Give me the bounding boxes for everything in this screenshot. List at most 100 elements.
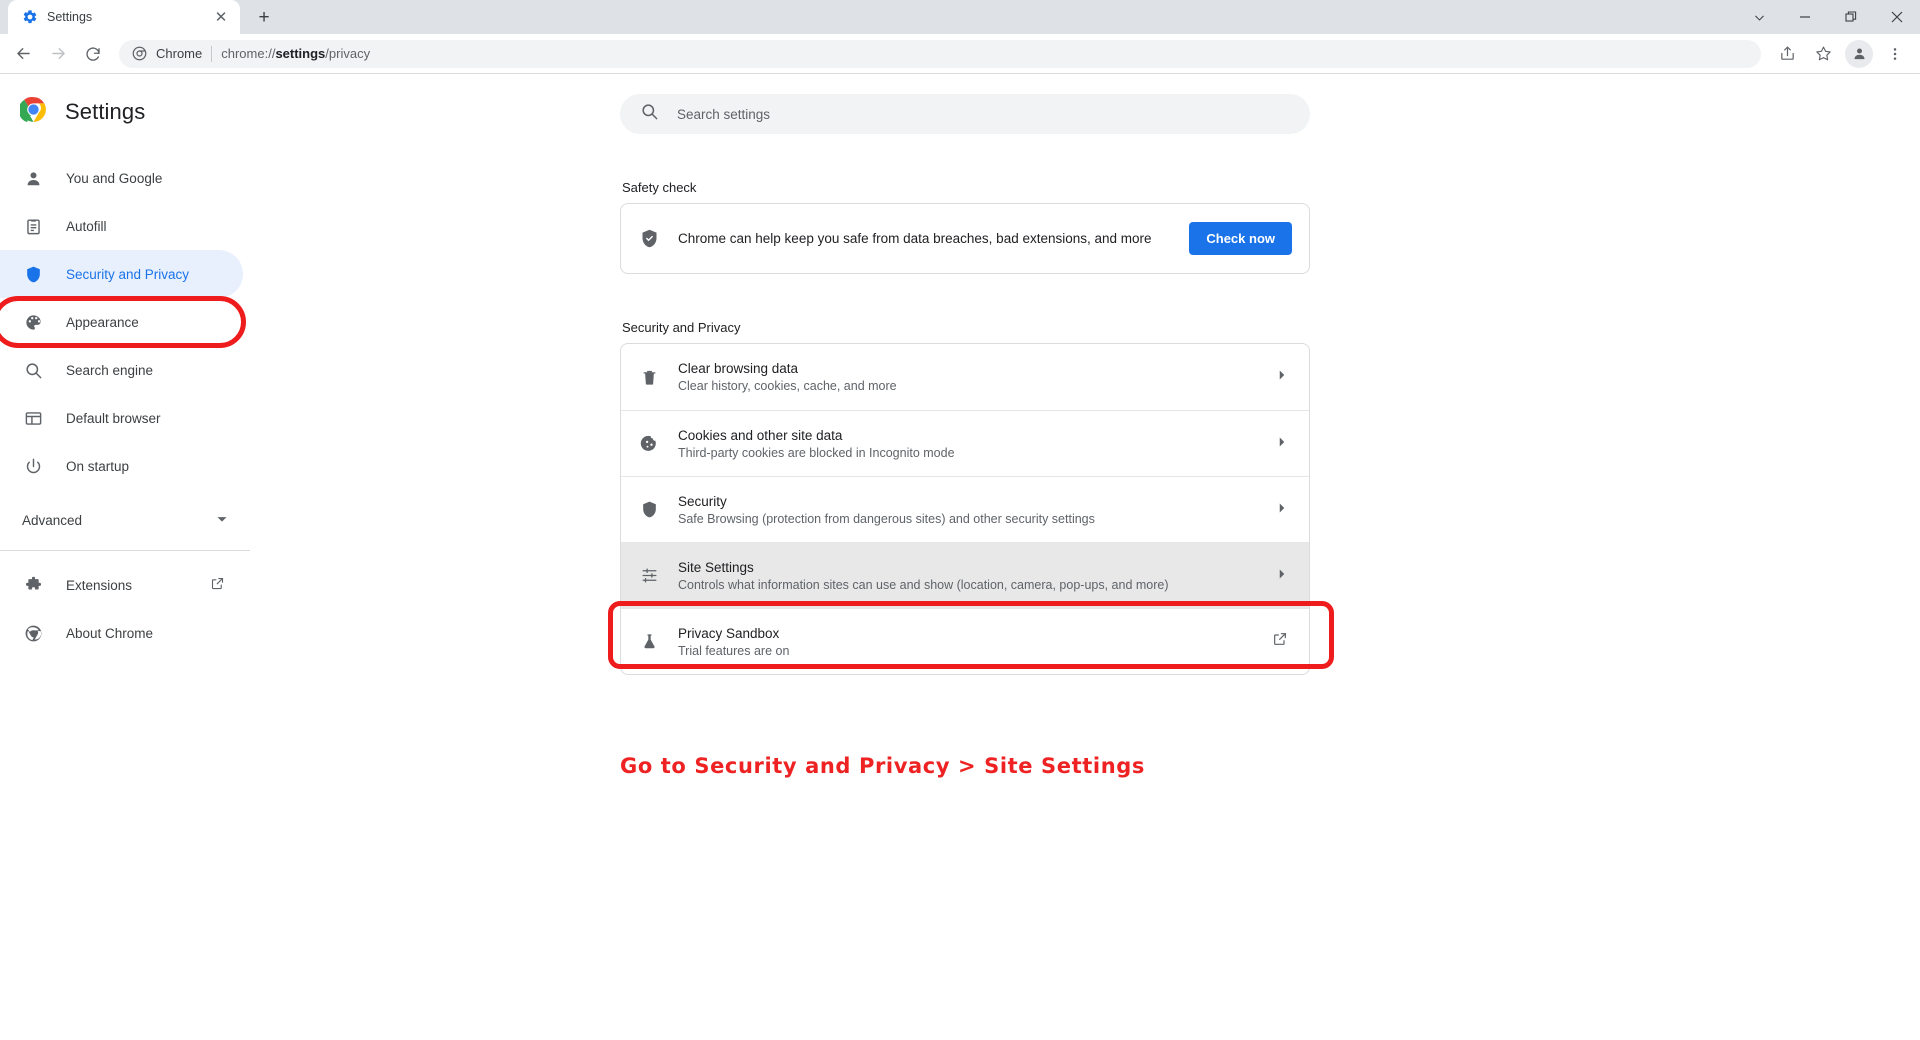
palette-icon xyxy=(22,313,44,332)
safety-check-card: Chrome can help keep you safe from data … xyxy=(620,203,1310,274)
row-subtitle: Safe Browsing (protection from dangerous… xyxy=(678,512,1258,526)
chrome-logo-icon xyxy=(132,46,147,61)
safety-check-heading: Safety check xyxy=(622,180,1310,195)
sidebar-item-appearance[interactable]: Appearance xyxy=(0,298,243,346)
row-subtitle: Clear history, cookies, cache, and more xyxy=(678,379,1258,393)
back-icon[interactable] xyxy=(6,37,40,71)
clipboard-icon xyxy=(22,217,44,236)
close-icon[interactable] xyxy=(1874,0,1920,34)
shield-icon xyxy=(22,265,44,284)
flask-icon xyxy=(638,632,660,651)
sidebar-item-label: Appearance xyxy=(66,315,139,330)
sidebar-item-default-browser[interactable]: Default browser xyxy=(0,394,243,442)
omnibox-divider xyxy=(211,46,212,62)
sidebar-item-extensions[interactable]: Extensions xyxy=(0,561,243,609)
page-title: Settings xyxy=(65,99,145,125)
row-security[interactable]: Security Safe Browsing (protection from … xyxy=(621,476,1309,542)
omnibox-chip-label: Chrome xyxy=(156,46,202,61)
share-icon[interactable] xyxy=(1770,37,1804,71)
shield-check-icon xyxy=(638,228,660,249)
row-text: Privacy Sandbox Trial features are on xyxy=(678,626,1254,658)
search-icon xyxy=(22,361,44,380)
sidebar-item-advanced[interactable]: Advanced xyxy=(0,496,250,544)
window-controls xyxy=(1736,0,1920,34)
chevron-right-icon xyxy=(1276,435,1288,453)
omnibox-url: chrome://settings/privacy xyxy=(221,46,370,61)
cookie-icon xyxy=(638,434,660,453)
address-bar[interactable]: Chrome chrome://settings/privacy xyxy=(119,40,1761,68)
sidebar-item-label: Security and Privacy xyxy=(66,267,189,282)
sidebar-item-label: Default browser xyxy=(66,411,161,426)
settings-gear-icon xyxy=(21,9,38,26)
sidebar-item-label: About Chrome xyxy=(66,626,153,641)
row-subtitle: Third-party cookies are blocked in Incog… xyxy=(678,446,1258,460)
search-settings-bar[interactable]: Search settings xyxy=(620,94,1310,134)
sliders-icon xyxy=(638,566,660,585)
row-clear-browsing-data[interactable]: Clear browsing data Clear history, cooki… xyxy=(621,344,1309,410)
sidebar-item-security-and-privacy[interactable]: Security and Privacy xyxy=(0,250,243,298)
shield-icon xyxy=(638,500,660,519)
browser-tab-settings[interactable]: Settings ✕ xyxy=(8,0,240,34)
chevron-right-icon xyxy=(1276,368,1288,386)
settings-sidebar: Settings You and Google xyxy=(0,74,300,657)
chrome-logo-icon xyxy=(22,624,44,643)
row-site-settings[interactable]: Site Settings Controls what information … xyxy=(621,542,1309,608)
row-title: Site Settings xyxy=(678,560,1258,575)
chevron-right-icon xyxy=(1276,567,1288,585)
sidebar-item-autofill[interactable]: Autofill xyxy=(0,202,243,250)
chevron-down-icon xyxy=(216,513,228,528)
sidebar-item-label: Extensions xyxy=(66,578,132,593)
search-input-placeholder: Search settings xyxy=(677,107,770,122)
puzzle-icon xyxy=(22,576,44,595)
forward-icon[interactable] xyxy=(41,37,75,71)
row-title: Clear browsing data xyxy=(678,361,1258,376)
row-text: Clear browsing data Clear history, cooki… xyxy=(678,361,1258,393)
check-now-button[interactable]: Check now xyxy=(1189,222,1292,255)
browser-toolbar: Chrome chrome://settings/privacy xyxy=(0,34,1920,74)
external-link-icon xyxy=(1272,631,1288,652)
sidebar-item-label: On startup xyxy=(66,459,129,474)
person-icon xyxy=(1845,40,1873,68)
minimize-icon[interactable] xyxy=(1782,0,1828,34)
settings-page: Settings You and Google xyxy=(0,74,1920,1040)
sidebar-item-about-chrome[interactable]: About Chrome xyxy=(0,609,243,657)
external-link-icon xyxy=(210,576,225,594)
sidebar-item-search-engine[interactable]: Search engine xyxy=(0,346,243,394)
safety-check-message: Chrome can help keep you safe from data … xyxy=(678,231,1171,246)
trash-icon xyxy=(638,368,660,387)
new-tab-button[interactable]: + xyxy=(249,2,279,32)
tab-strip: Settings ✕ + xyxy=(0,0,1920,34)
toolbar-actions xyxy=(1770,37,1912,71)
sidebar-item-you-and-google[interactable]: You and Google xyxy=(0,154,243,202)
sidebar-item-on-startup[interactable]: On startup xyxy=(0,442,243,490)
sidebar-item-label: Advanced xyxy=(22,513,82,528)
three-dot-menu-icon[interactable] xyxy=(1878,37,1912,71)
person-icon xyxy=(22,169,44,188)
tab-title: Settings xyxy=(47,10,203,24)
maximize-icon[interactable] xyxy=(1828,0,1874,34)
settings-brand: Settings xyxy=(0,84,300,140)
sidebar-item-label: Search engine xyxy=(66,363,153,378)
star-icon[interactable] xyxy=(1806,37,1840,71)
chevron-down-icon[interactable] xyxy=(1736,0,1782,34)
chevron-right-icon xyxy=(1276,501,1288,519)
row-privacy-sandbox[interactable]: Privacy Sandbox Trial features are on xyxy=(621,608,1309,674)
chrome-logo-icon xyxy=(20,96,47,128)
row-title: Cookies and other site data xyxy=(678,428,1258,443)
security-privacy-heading: Security and Privacy xyxy=(622,320,1310,335)
row-cookies-and-other-site-data[interactable]: Cookies and other site data Third-party … xyxy=(621,410,1309,476)
sidebar-divider xyxy=(0,550,250,551)
row-subtitle: Trial features are on xyxy=(678,644,1254,658)
instruction-annotation: Go to Security and Privacy > Site Settin… xyxy=(620,754,1145,778)
close-icon[interactable]: ✕ xyxy=(212,8,230,26)
row-text: Site Settings Controls what information … xyxy=(678,560,1258,592)
profile-avatar[interactable] xyxy=(1842,37,1876,71)
security-privacy-card: Clear browsing data Clear history, cooki… xyxy=(620,343,1310,675)
browser-window: Settings ✕ + xyxy=(0,0,1920,1040)
row-text: Security Safe Browsing (protection from … xyxy=(678,494,1258,526)
reload-icon[interactable] xyxy=(76,37,110,71)
row-text: Cookies and other site data Third-party … xyxy=(678,428,1258,460)
settings-content: Search settings Safety check Chrome can … xyxy=(620,74,1310,675)
row-title: Privacy Sandbox xyxy=(678,626,1254,641)
power-icon xyxy=(22,457,44,476)
